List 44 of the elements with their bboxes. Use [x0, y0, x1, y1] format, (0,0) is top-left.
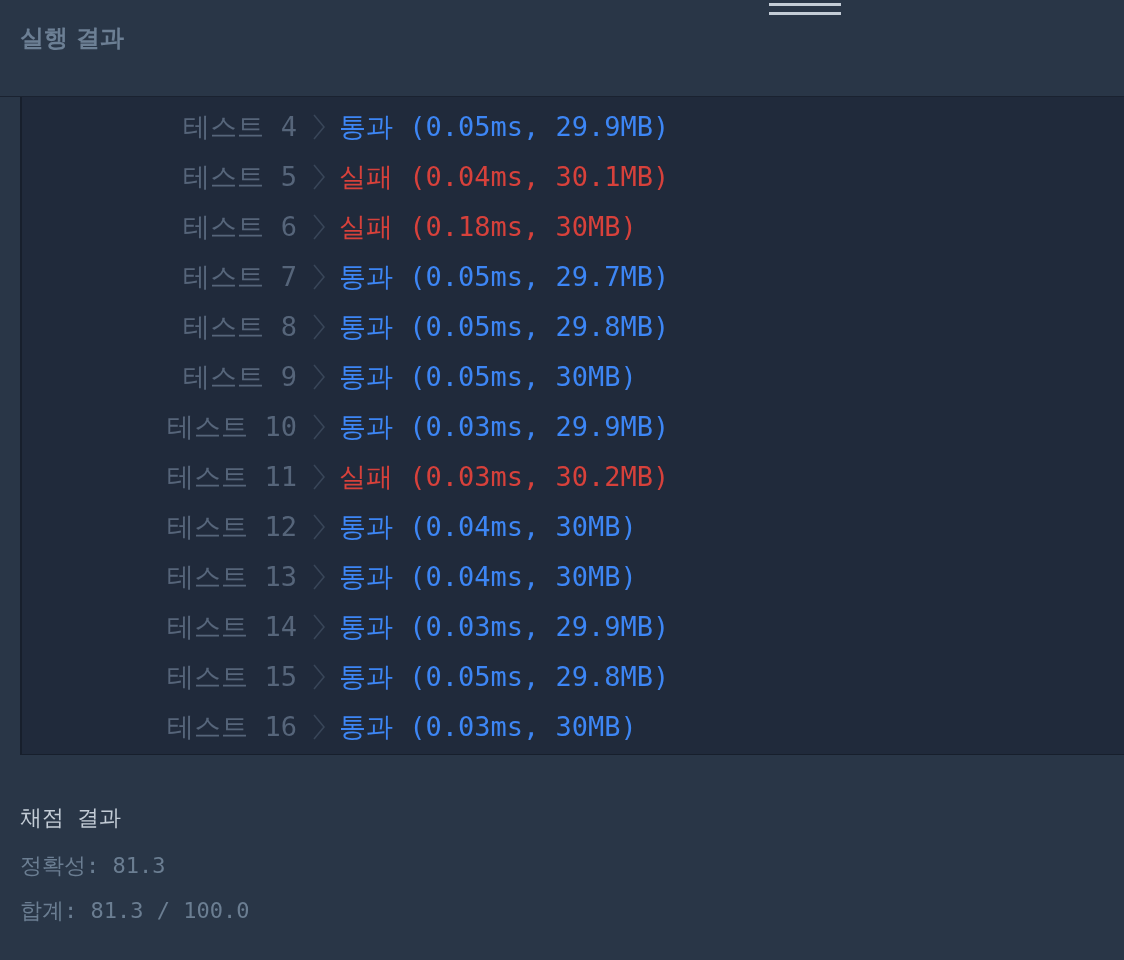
chevron-right-icon	[313, 114, 325, 140]
chevron-right-icon	[313, 214, 325, 240]
chevron-right-icon	[313, 164, 325, 190]
chevron-right-icon	[313, 664, 325, 690]
test-result: 통과 (0.05ms, 29.7MB)	[339, 260, 670, 294]
chevron-right-icon	[313, 614, 325, 640]
test-label: 테스트 15	[166, 660, 297, 694]
test-result: 통과 (0.03ms, 29.9MB)	[339, 410, 670, 444]
test-label: 테스트 6	[182, 210, 297, 244]
test-result: 실패 (0.18ms, 30MB)	[339, 210, 637, 244]
test-label: 테스트 10	[166, 410, 297, 444]
chevron-right-icon	[313, 314, 325, 340]
drag-handle-icon[interactable]	[769, 3, 841, 16]
test-result: 통과 (0.05ms, 30MB)	[339, 360, 637, 394]
test-label: 테스트 5	[182, 160, 297, 194]
test-label: 테스트 16	[166, 710, 297, 744]
test-result: 통과 (0.03ms, 29.9MB)	[339, 610, 670, 644]
test-label: 테스트 8	[182, 310, 297, 344]
chevron-right-icon	[313, 564, 325, 590]
score-line: 합계: 81.3 / 100.0	[20, 897, 251, 925]
chevron-right-icon	[313, 714, 325, 740]
section-title: 채점 결과	[20, 804, 123, 832]
section-title: 실행 결과	[20, 23, 125, 54]
test-label: 테스트 4	[182, 110, 297, 144]
score-line: 정확성: 81.3	[20, 852, 167, 880]
test-result: 통과 (0.05ms, 29.8MB)	[339, 660, 670, 694]
test-label: 테스트 9	[182, 360, 297, 394]
test-result: 통과 (0.05ms, 29.9MB)	[339, 110, 670, 144]
test-result: 통과 (0.05ms, 29.8MB)	[339, 310, 670, 344]
chevron-right-icon	[313, 514, 325, 540]
chevron-right-icon	[313, 464, 325, 490]
chevron-right-icon	[313, 264, 325, 290]
test-label: 테스트 7	[182, 260, 297, 294]
test-result: 통과 (0.04ms, 30MB)	[339, 510, 637, 544]
chevron-right-icon	[313, 364, 325, 390]
chevron-right-icon	[313, 414, 325, 440]
test-result: 통과 (0.03ms, 30MB)	[339, 710, 637, 744]
test-label: 테스트 11	[166, 460, 297, 494]
test-label: 테스트 13	[166, 560, 297, 594]
test-label: 테스트 12	[166, 510, 297, 544]
test-result: 실패 (0.03ms, 30.2MB)	[339, 460, 670, 494]
test-label: 테스트 14	[166, 610, 297, 644]
test-result: 실패 (0.04ms, 30.1MB)	[339, 160, 670, 194]
test-result: 통과 (0.04ms, 30MB)	[339, 560, 637, 594]
